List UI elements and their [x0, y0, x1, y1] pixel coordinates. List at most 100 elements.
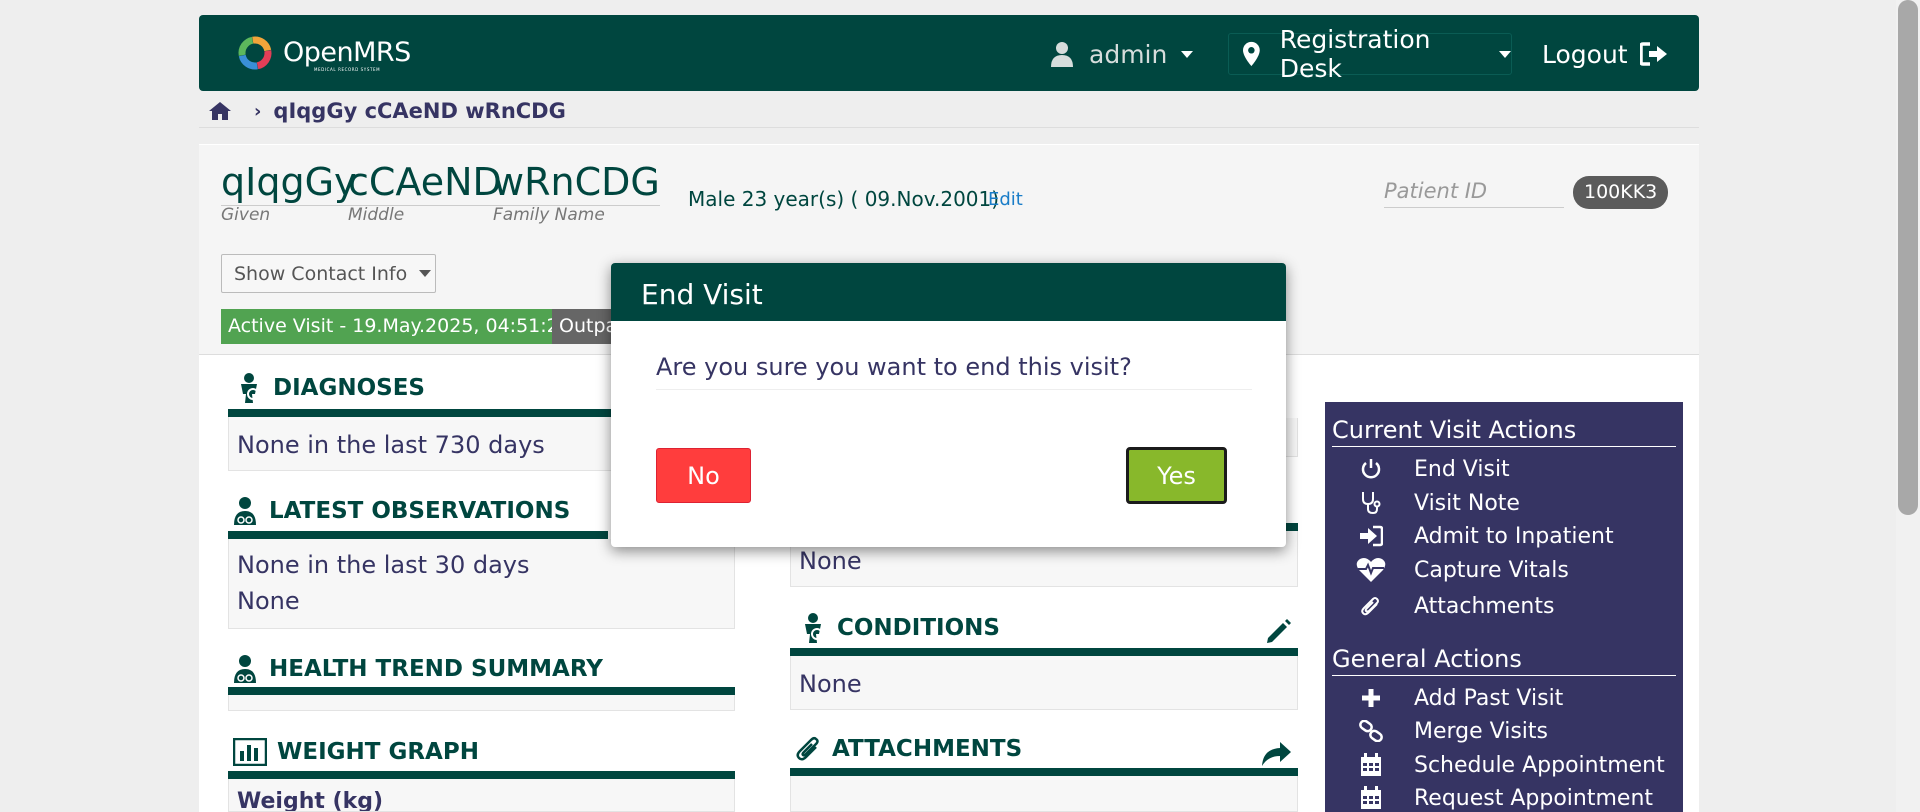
paperclip-icon [1361, 597, 1379, 616]
visit-note-label: Visit Note [1414, 490, 1520, 516]
user-md-icon [234, 497, 256, 525]
conditions-title: CONDITIONS [837, 615, 1000, 641]
power-icon [1361, 459, 1381, 479]
observations-bar [228, 531, 608, 539]
sign-in-icon [1360, 525, 1383, 547]
sign-out-icon [1639, 42, 1667, 66]
merge-visits-label: Merge Visits [1414, 718, 1549, 744]
home-icon[interactable] [208, 101, 232, 121]
bar-chart-icon [233, 738, 267, 766]
top-header: OpenMRS MEDICAL RECORD SYSTEM admin Regi… [199, 15, 1699, 91]
request-appointment-action[interactable]: Request Appointment [1353, 784, 1653, 812]
add-past-visit-action[interactable]: Add Past Visit [1353, 684, 1563, 712]
patient-id-label: Patient ID [1384, 179, 1564, 208]
observations-line-1: None in the last 30 days [237, 551, 530, 579]
attachments-title: ATTACHMENTS [832, 736, 1023, 762]
health-trend-header: HEALTH TREND SUMMARY [231, 654, 603, 684]
map-marker-icon [1243, 41, 1260, 67]
visit-note-action[interactable]: Visit Note [1353, 489, 1520, 517]
share-icon[interactable] [1260, 741, 1292, 767]
latest-observations-header: LATEST OBSERVATIONS [231, 496, 570, 526]
user-menu[interactable]: admin [1051, 39, 1194, 69]
dialog-title: End Visit [611, 263, 1286, 321]
breadcrumb-divider [199, 127, 1699, 128]
diagnoses-header: DIAGNOSES [235, 372, 425, 404]
add-past-visit-label: Add Past Visit [1414, 685, 1564, 711]
visit-actions-sidebar: Current Visit Actions End Visit Visit No… [1325, 402, 1683, 812]
schedule-appointment-action[interactable]: Schedule Appointment [1353, 751, 1665, 779]
current-visit-actions-heading: Current Visit Actions [1332, 416, 1676, 447]
patient-id-badge: 100KK3 [1573, 176, 1669, 209]
page-scrollbar-thumb[interactable] [1898, 0, 1918, 515]
end-visit-label: End Visit [1414, 456, 1510, 482]
location-name: Registration Desk [1279, 25, 1431, 83]
request-appointment-label: Request Appointment [1414, 785, 1654, 811]
user-name: admin [1089, 39, 1168, 69]
chevron-down-icon [1499, 50, 1511, 58]
weight-graph-title: WEIGHT GRAPH [277, 739, 479, 765]
patient-given-name: qIqgGy [221, 160, 357, 206]
latest-observations-title: LATEST OBSERVATIONS [269, 498, 571, 524]
location-selector[interactable]: Registration Desk [1228, 25, 1512, 83]
caret-down-icon [419, 270, 432, 277]
no-button[interactable]: No [656, 448, 751, 503]
admit-to-inpatient-action[interactable]: Admit to Inpatient [1353, 522, 1614, 550]
user-icon [1051, 42, 1073, 67]
contact-info-label: Show Contact Info [234, 262, 408, 285]
breadcrumb-patient[interactable]: qIqgGy cCAeND wRnCDG [273, 99, 565, 123]
plus-icon [1362, 689, 1380, 707]
observations-box: None in the last 30 days None [228, 539, 735, 629]
diagnoses-title: DIAGNOSES [273, 375, 425, 401]
patient-middle-name: cCAeND [348, 160, 502, 206]
logout-link[interactable]: Logout [1542, 39, 1668, 69]
end-visit-dialog: End Visit Are you sure you want to end t… [611, 263, 1286, 547]
observations-line-2: None [237, 587, 300, 615]
general-actions-heading: General Actions [1332, 645, 1676, 676]
end-visit-action[interactable]: End Visit [1353, 455, 1510, 483]
heartbeat-icon [1356, 558, 1386, 582]
weight-graph-header: WEIGHT GRAPH [233, 738, 479, 766]
logo-subtitle: MEDICAL RECORD SYSTEM [314, 67, 381, 72]
health-trend-bar [228, 687, 735, 695]
pencil-icon[interactable] [1264, 618, 1292, 646]
yes-button[interactable]: Yes [1126, 447, 1227, 504]
logout-label: Logout [1542, 39, 1628, 69]
middle-label: Middle [348, 205, 405, 225]
weight-graph-box: Weight (kg) [228, 779, 735, 812]
capture-vitals-label: Capture Vitals [1414, 557, 1569, 583]
paperclip-icon [796, 736, 819, 761]
logo-text: OpenMRS [283, 37, 411, 68]
edit-demographics-link[interactable]: Edit [988, 189, 1023, 210]
openmrs-logo-icon[interactable] [237, 33, 273, 73]
attachments-box [790, 776, 1298, 812]
health-trend-box [228, 695, 735, 711]
breadcrumb: › qIqgGy cCAeND wRnCDG [208, 98, 566, 124]
patient-family-name: wRnCDG [493, 160, 660, 206]
health-trend-title: HEALTH TREND SUMMARY [269, 656, 603, 682]
user-md-icon [241, 373, 259, 403]
patient-demographics: Male 23 year(s) ( 09.Nov.2001) [688, 187, 1000, 211]
schedule-appointment-label: Schedule Appointment [1414, 752, 1665, 778]
merge-visits-action[interactable]: Merge Visits [1353, 717, 1548, 745]
conditions-header: CONDITIONS [799, 612, 1000, 644]
show-contact-info-button[interactable]: Show Contact Info [221, 254, 436, 293]
link-icon [1359, 720, 1383, 742]
weight-graph-bar [228, 771, 735, 779]
conditions-bar [790, 648, 1298, 656]
chevron-down-icon [1181, 50, 1194, 58]
dialog-question: Are you sure you want to end this visit? [656, 353, 1252, 390]
conditions-box: None [790, 656, 1298, 710]
user-md-icon [234, 655, 256, 683]
calendar-icon [1361, 753, 1381, 776]
attachments-action[interactable]: Attachments [1353, 592, 1554, 620]
attachments-label: Attachments [1414, 593, 1555, 619]
stethoscope-icon [1362, 492, 1381, 515]
chevron-right-icon: › [254, 100, 262, 122]
family-name-label: Family Name [493, 205, 605, 225]
attachments-header: ATTACHMENTS [796, 735, 1022, 763]
attachments-bar [790, 768, 1298, 776]
active-visit-badge[interactable]: Active Visit - 19.May.2025, 04:51:25 [221, 309, 578, 344]
weight-label: Weight (kg) [237, 789, 384, 812]
capture-vitals-action[interactable]: Capture Vitals [1353, 556, 1569, 584]
admit-to-inpatient-label: Admit to Inpatient [1414, 523, 1614, 549]
